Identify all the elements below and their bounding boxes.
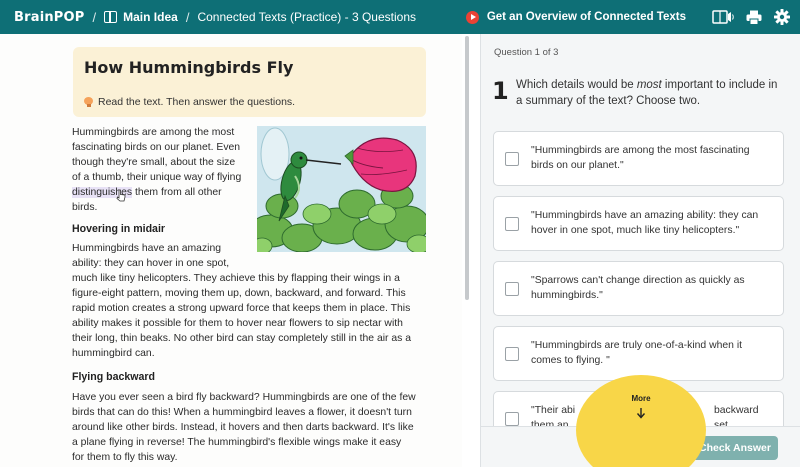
paragraph-line: hummingbird can. xyxy=(72,348,155,359)
paragraph-line: birds that can do this! When a hummingbi… xyxy=(72,407,412,418)
toolbar: Get an Overview of Connected Texts xyxy=(465,0,790,34)
option-label: "Hummingbirds have an amazing ability: t… xyxy=(531,210,759,236)
paragraph-line: their long, thin beaks. No other bird ca… xyxy=(72,333,412,344)
reading-scrollbar-thumb[interactable] xyxy=(465,36,469,300)
paragraph-line: ability makes it possible for them to ho… xyxy=(72,318,403,329)
option-label: "Hummingbirds are among the most fascina… xyxy=(531,145,750,171)
paragraph-line: ability: they can hover in one spot, xyxy=(72,258,230,269)
answer-option[interactable]: "Sparrows can't change direction as quic… xyxy=(493,261,784,316)
more-label: More xyxy=(631,394,651,403)
instructions: Read the text. Then answer the questions… xyxy=(84,96,295,108)
option-checkbox[interactable] xyxy=(505,282,519,296)
question-pane: Question 1 of 3 1 Which details would be… xyxy=(480,34,800,467)
paragraph-line: Have you ever seen a bird fly backward? … xyxy=(72,392,416,403)
print-icon[interactable] xyxy=(746,10,762,25)
paragraph-line: Hummingbirds have an amazing xyxy=(72,243,222,254)
option-checkbox[interactable] xyxy=(505,152,519,166)
paragraph-line: rapid motion creates a strong upward for… xyxy=(72,303,411,314)
section-heading-flying-backward: Flying backward xyxy=(72,371,156,383)
play-icon xyxy=(465,10,479,24)
paragraph-line: for them to fly this way. xyxy=(72,452,178,463)
paragraph-line: figure-eight pattern, moving them up, do… xyxy=(72,288,406,299)
hummingbird-illustration xyxy=(257,126,426,252)
question-number: 1 xyxy=(492,77,509,105)
more-button[interactable]: More xyxy=(576,375,706,467)
article-title: How Hummingbirds Fly xyxy=(84,58,294,77)
option-label: "Hummingbirds are truly one-of-a-kind wh… xyxy=(531,340,743,366)
question-emphasis: most xyxy=(636,79,662,91)
lightbulb-icon xyxy=(84,96,93,108)
answer-option[interactable]: "Hummingbirds have an amazing ability: t… xyxy=(493,196,784,251)
section-heading-hovering: Hovering in midair xyxy=(72,223,166,235)
breadcrumb-separator: / xyxy=(92,9,97,25)
top-bar: BrainPOP / Main Idea / Connected Texts (… xyxy=(0,0,800,34)
paragraph-line: much like tiny helicopters. They achieve… xyxy=(72,273,400,284)
paragraph-line: around like other birds. Instead, it hov… xyxy=(72,422,414,433)
overview-label: Get an Overview of Connected Texts xyxy=(486,11,686,23)
reading-pane[interactable]: How Hummingbirds Fly Read the text. Then… xyxy=(0,34,462,467)
paragraph-line: distinguishes them from all other xyxy=(72,187,222,198)
paragraph-line: though they're small, about the size xyxy=(72,157,236,168)
paragraph-line: a plane flying in reverse! The hummingbi… xyxy=(72,437,402,448)
breadcrumb-topic[interactable]: Main Idea xyxy=(123,10,178,24)
question-counter: Question 1 of 3 xyxy=(494,47,559,58)
mouse-cursor-icon xyxy=(116,189,126,202)
book-icon xyxy=(104,11,118,23)
overview-button[interactable]: Get an Overview of Connected Texts xyxy=(465,10,686,24)
paragraph-line: of a thumb, their unique way of flying xyxy=(72,172,242,183)
answer-option[interactable]: "Hummingbirds are truly one-of-a-kind wh… xyxy=(493,326,784,381)
option-checkbox[interactable] xyxy=(505,217,519,231)
option-label: "Sparrows can't change direction as quic… xyxy=(531,275,745,301)
read-aloud-icon[interactable] xyxy=(712,9,734,25)
paragraph-line: fascinating birds on our planet. Even xyxy=(72,142,241,153)
question-prompt: Which details would be most important to… xyxy=(516,79,778,107)
breadcrumb-separator: / xyxy=(185,9,190,25)
paragraph-line: Hummingbirds are among the most xyxy=(72,127,235,138)
option-checkbox[interactable] xyxy=(505,412,519,426)
settings-gear-icon[interactable] xyxy=(774,9,790,25)
arrow-down-icon xyxy=(636,408,646,419)
instructions-text: Read the text. Then answer the questions… xyxy=(98,96,296,108)
article-header-card: How Hummingbirds Fly Read the text. Then… xyxy=(73,47,426,117)
paragraph-line: birds. xyxy=(72,202,98,213)
breadcrumb-activity: Connected Texts (Practice) - 3 Questions xyxy=(197,10,416,24)
answer-option[interactable]: "Hummingbirds are among the most fascina… xyxy=(493,131,784,186)
option-checkbox[interactable] xyxy=(505,347,519,361)
brand-logo[interactable]: BrainPOP xyxy=(14,10,85,25)
